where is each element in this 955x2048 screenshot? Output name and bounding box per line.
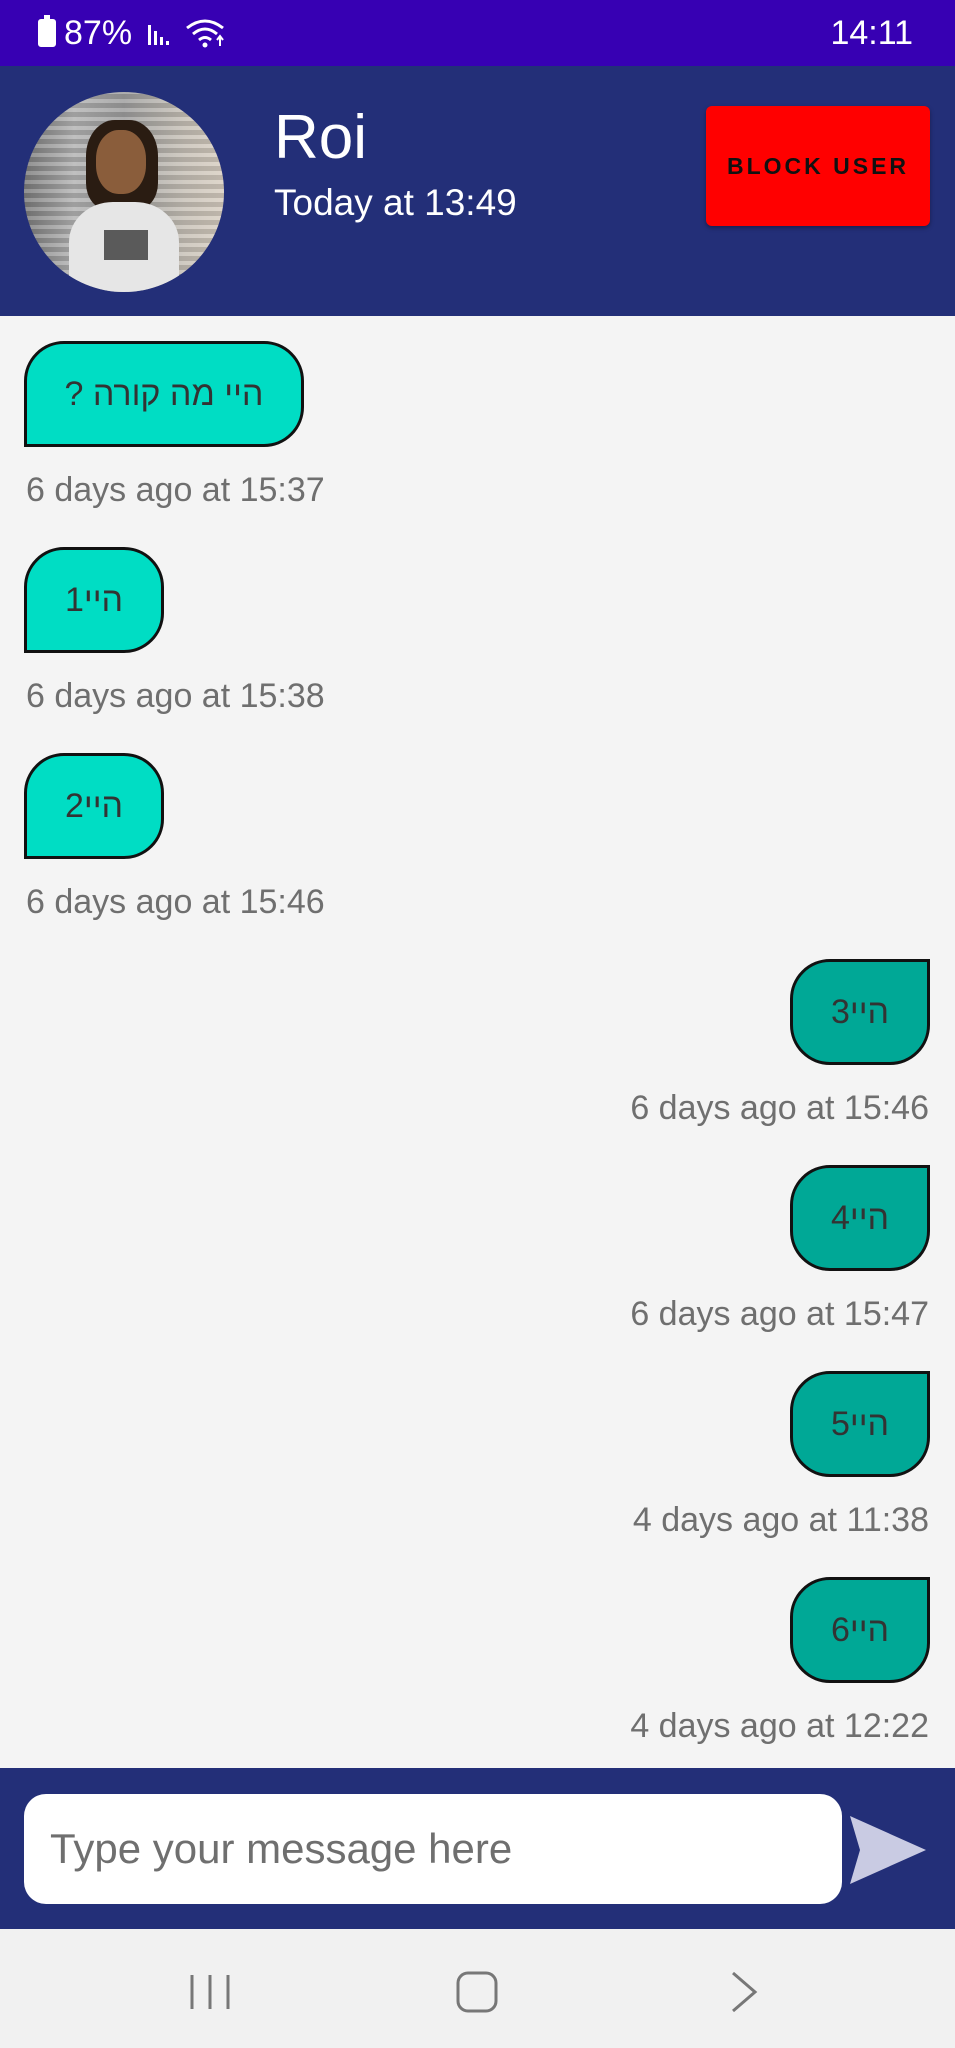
message-list[interactable]: היי מה קורה ? 6 days ago at 15:37 היי1 6 da…: [0, 316, 955, 1768]
message-timestamp: 6 days ago at 15:38: [26, 677, 325, 715]
avatar-face: [96, 130, 146, 194]
message-timestamp: 6 days ago at 15:46: [630, 1089, 929, 1127]
battery-percent: 87%: [64, 13, 133, 52]
battery-icon: [38, 15, 56, 47]
signal-icon: [148, 21, 170, 45]
send-button[interactable]: [846, 1812, 930, 1888]
status-left: 87%: [38, 14, 225, 53]
message-timestamp: 6 days ago at 15:37: [26, 471, 325, 509]
message-bubble[interactable]: היי1: [24, 547, 164, 653]
message-bubble[interactable]: היי4: [790, 1165, 930, 1271]
message-bubble[interactable]: היי2: [24, 753, 164, 859]
home-button[interactable]: [447, 1967, 507, 2017]
avatar[interactable]: [24, 92, 224, 292]
block-user-button[interactable]: BLOCK USER: [706, 106, 930, 226]
contact-name: Roi: [274, 103, 368, 172]
message-timestamp: 4 days ago at 12:22: [630, 1707, 929, 1745]
recent-apps-icon: [190, 1975, 230, 2009]
send-icon: [850, 1816, 926, 1884]
message-timestamp: 4 days ago at 11:38: [632, 1501, 929, 1539]
message-bubble[interactable]: היי5: [790, 1371, 930, 1477]
message-timestamp: 6 days ago at 15:46: [26, 883, 325, 921]
message-bubble[interactable]: היי6: [790, 1577, 930, 1683]
recent-apps-button[interactable]: [180, 1967, 240, 2017]
wifi-icon: [186, 19, 224, 48]
back-button[interactable]: [715, 1967, 775, 2017]
chat-header: Roi Today at 13:49 BLOCK USER: [0, 66, 955, 316]
status-bar: 87% 14:11: [0, 0, 955, 66]
back-icon: [732, 1971, 758, 2013]
last-seen: Today at 13:49: [274, 182, 517, 223]
composer: [0, 1768, 955, 1929]
avatar-shirt-print: [104, 230, 148, 260]
system-nav-bar: [0, 1929, 955, 2048]
message-bubble[interactable]: היי3: [790, 959, 930, 1065]
home-icon: [456, 1971, 498, 2013]
message-input[interactable]: [24, 1794, 842, 1904]
clock: 14:11: [830, 13, 913, 52]
message-bubble[interactable]: היי מה קורה ?: [24, 341, 304, 447]
message-timestamp: 6 days ago at 15:47: [630, 1295, 929, 1333]
